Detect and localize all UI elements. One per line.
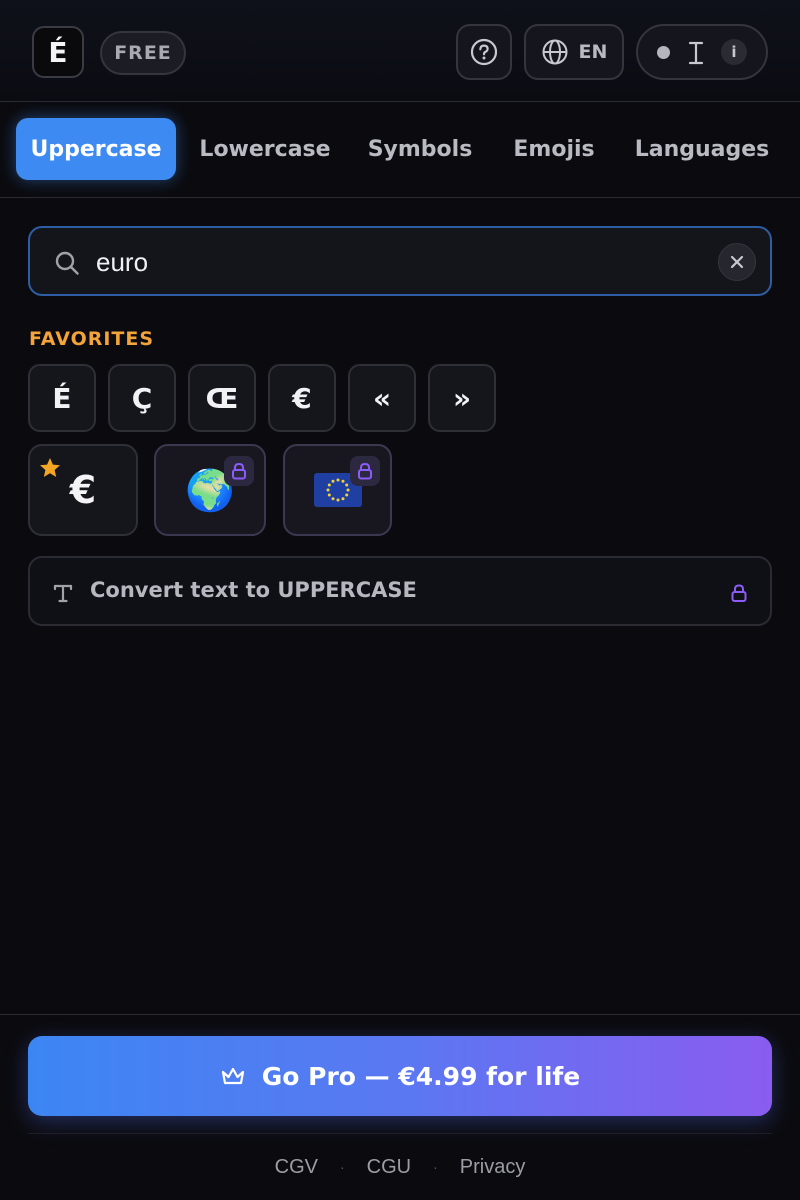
favorite-key[interactable]: € [268,364,336,432]
lock-badge [224,456,254,486]
info-icon[interactable]: i [721,39,747,65]
search-input[interactable] [96,242,676,282]
mode-toggle[interactable]: i [636,24,768,80]
app: É FREE EN i Uppercase Lowercase Symbols … [0,0,800,1200]
dot-icon [657,46,670,59]
plan-badge: FREE [100,31,186,75]
footer-divider [0,1014,800,1015]
text-cursor-icon [688,41,704,65]
link-separator: · [339,1159,345,1175]
search-bar [28,226,772,296]
favorites-title: FAVORITES [29,328,155,350]
lock-badge [350,456,380,486]
header: É FREE EN i [0,0,800,102]
result-euro-sign[interactable]: € [28,444,138,536]
favorite-key[interactable]: Œ [188,364,256,432]
cgv-link[interactable]: CGV [275,1156,318,1179]
result-eu-flag-emoji[interactable] [283,444,392,536]
tab-emojis[interactable]: Emojis [500,118,608,180]
language-button[interactable]: EN [524,24,624,80]
privacy-link[interactable]: Privacy [460,1156,526,1179]
app-logo: É [32,26,84,78]
link-separator: · [433,1159,438,1175]
go-pro-button[interactable]: Go Pro — €4.99 for life [28,1036,772,1116]
crown-icon [221,1067,244,1085]
tab-uppercase[interactable]: Uppercase [16,118,176,180]
cgu-link[interactable]: CGU [367,1156,411,1179]
search-icon [55,251,79,275]
category-tabs: Uppercase Lowercase Symbols Emojis Langu… [0,102,800,198]
star-icon [40,458,60,477]
convert-uppercase-button[interactable]: Convert text to UPPERCASE [28,556,772,626]
go-pro-label: Go Pro — €4.99 for life [261,1061,581,1091]
result-globe-emoji[interactable]: 🌍 [154,444,266,536]
tab-lowercase[interactable]: Lowercase [190,118,340,180]
lock-icon [731,584,747,602]
lock-icon [232,462,246,480]
favorite-key[interactable]: « [348,364,416,432]
help-button[interactable] [456,24,512,80]
lock-icon [358,462,372,480]
favorite-key[interactable]: Ç [108,364,176,432]
close-icon [730,255,744,269]
footer-line [28,1133,772,1134]
help-circle-icon [470,38,498,66]
tab-symbols[interactable]: Symbols [356,118,484,180]
globe-icon [542,39,568,65]
convert-label: Convert text to UPPERCASE [90,578,417,602]
footer-links: CGV · CGU · Privacy [0,1152,800,1182]
clear-search-button[interactable] [718,243,756,281]
language-code: EN [578,41,608,63]
favorite-key[interactable]: » [428,364,496,432]
favorite-key[interactable]: É [28,364,96,432]
text-icon [53,584,73,603]
result-glyph: € [69,468,97,512]
tab-languages[interactable]: Languages [624,118,780,180]
